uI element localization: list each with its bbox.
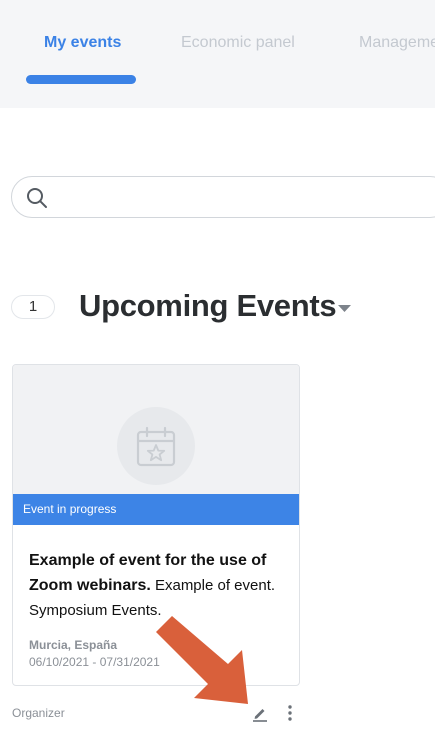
search-icon — [27, 188, 47, 208]
role-label: Organizer — [12, 706, 65, 720]
event-image-placeholder — [13, 365, 299, 494]
search-box[interactable] — [11, 176, 435, 218]
pencil-icon[interactable] — [251, 704, 269, 722]
calendar-star-icon — [136, 426, 176, 467]
section-title: Upcoming Events — [79, 288, 337, 323]
tab-my-events[interactable]: My events — [44, 34, 121, 52]
caret-down-icon[interactable] — [337, 303, 352, 313]
active-tab-indicator — [26, 75, 136, 84]
event-status-banner: Event in progress — [13, 494, 299, 525]
top-navigation: My events Economic panel Management — [0, 0, 435, 108]
search-input[interactable] — [60, 185, 424, 211]
more-vertical-icon[interactable] — [283, 704, 297, 722]
tab-economic-panel[interactable]: Economic panel — [181, 34, 295, 52]
event-card-body: Example of event for the use of Zoom web… — [29, 548, 289, 669]
event-dates: 06/10/2021 - 07/31/2021 — [29, 655, 160, 669]
event-description-block: Example of event for the use of Zoom web… — [29, 548, 289, 623]
event-location: Murcia, España — [29, 638, 118, 652]
event-card[interactable]: Event in progress Example of event for t… — [12, 364, 300, 686]
event-count-badge: 1 — [11, 295, 55, 319]
tab-management[interactable]: Management — [359, 34, 435, 52]
